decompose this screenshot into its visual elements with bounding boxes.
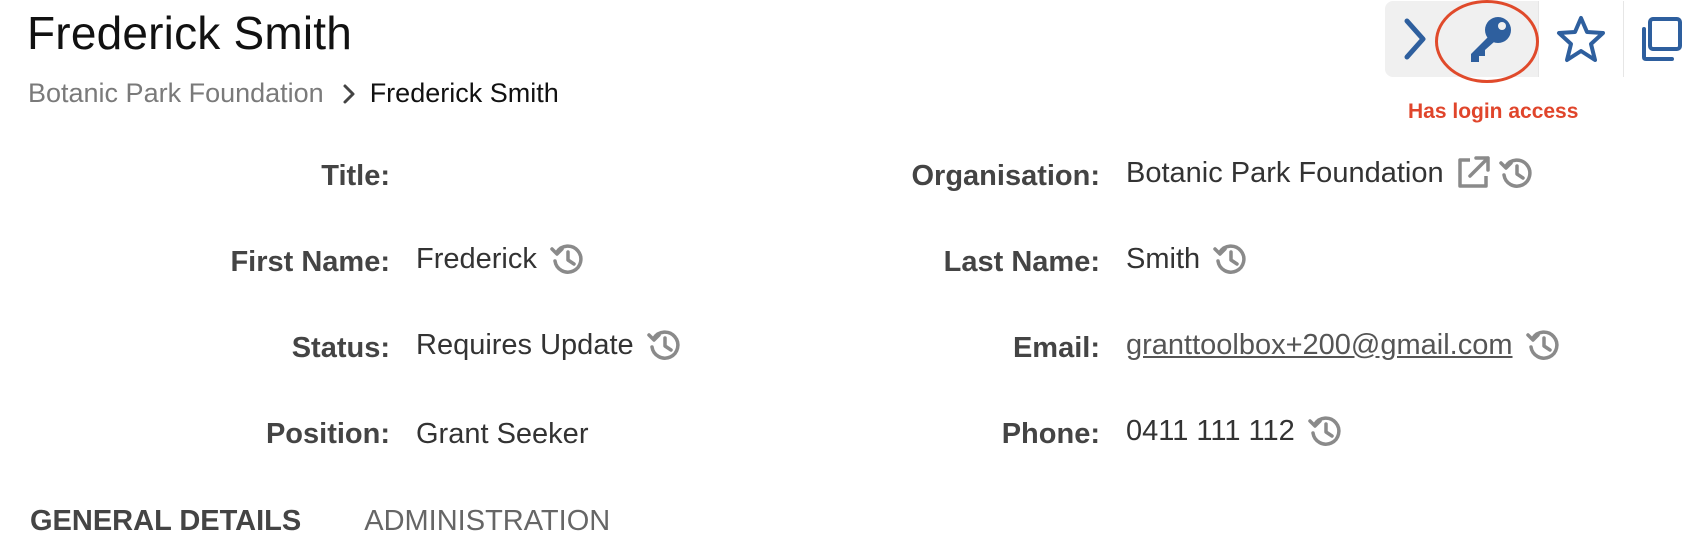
- email-label: Email:: [1012, 332, 1100, 364]
- tab-general-details[interactable]: GENERAL DETAILS: [30, 505, 301, 538]
- history-icon[interactable]: [1525, 326, 1563, 364]
- history-icon[interactable]: [549, 240, 587, 278]
- organisation-label: Organisation:: [911, 160, 1100, 192]
- phone-value: 0411 111 112: [1126, 414, 1295, 447]
- history-icon[interactable]: [1498, 154, 1536, 192]
- tab-administration[interactable]: ADMINISTRATION: [364, 505, 610, 538]
- first-name-value: Frederick: [416, 242, 537, 275]
- last-name-label: Last Name:: [943, 246, 1100, 278]
- chevron-right-icon: [1404, 18, 1426, 60]
- expand-panel-button[interactable]: [1385, 1, 1443, 77]
- email-link[interactable]: granttoolbox+200@gmail.com: [1126, 329, 1513, 362]
- breadcrumb-organisation-link[interactable]: Botanic Park Foundation: [28, 78, 324, 109]
- page-title: Frederick Smith: [27, 7, 353, 59]
- status-value: Requires Update: [416, 328, 634, 361]
- copy-icon: [1642, 17, 1683, 61]
- status-field: Requires Update: [416, 326, 684, 364]
- email-field: granttoolbox+200@gmail.com: [1126, 326, 1563, 364]
- login-access-button[interactable]: [1442, 1, 1538, 77]
- key-icon: [1471, 17, 1512, 62]
- tab-bar: GENERAL DETAILS ADMINISTRATION: [30, 505, 610, 538]
- history-icon[interactable]: [1212, 240, 1250, 278]
- position-value: Grant Seeker: [416, 418, 589, 450]
- star-icon: [1557, 16, 1606, 62]
- phone-label: Phone:: [1001, 418, 1100, 450]
- breadcrumb: Botanic Park Foundation Frederick Smith: [28, 78, 559, 109]
- annotation-label: Has login access: [1408, 100, 1579, 123]
- first-name-field: Frederick: [416, 240, 587, 278]
- record-toolbar: [1385, 0, 1694, 78]
- first-name-label: First Name:: [230, 246, 390, 278]
- breadcrumb-current: Frederick Smith: [369, 78, 559, 108]
- organisation-field: Botanic Park Foundation: [1126, 154, 1536, 192]
- chevron-right-icon: [342, 83, 356, 105]
- phone-field: 0411 111 112: [1126, 412, 1345, 450]
- copy-button[interactable]: [1624, 1, 1694, 77]
- organisation-value: Botanic Park Foundation: [1126, 156, 1444, 189]
- last-name-field: Smith: [1126, 240, 1250, 278]
- history-icon[interactable]: [646, 326, 684, 364]
- last-name-value: Smith: [1126, 242, 1201, 275]
- external-link-icon[interactable]: [1454, 154, 1492, 192]
- title-label: Title:: [321, 160, 390, 192]
- position-label: Position:: [265, 418, 390, 450]
- favourite-button[interactable]: [1537, 1, 1625, 77]
- status-label: Status:: [291, 332, 390, 364]
- history-icon[interactable]: [1307, 412, 1345, 450]
